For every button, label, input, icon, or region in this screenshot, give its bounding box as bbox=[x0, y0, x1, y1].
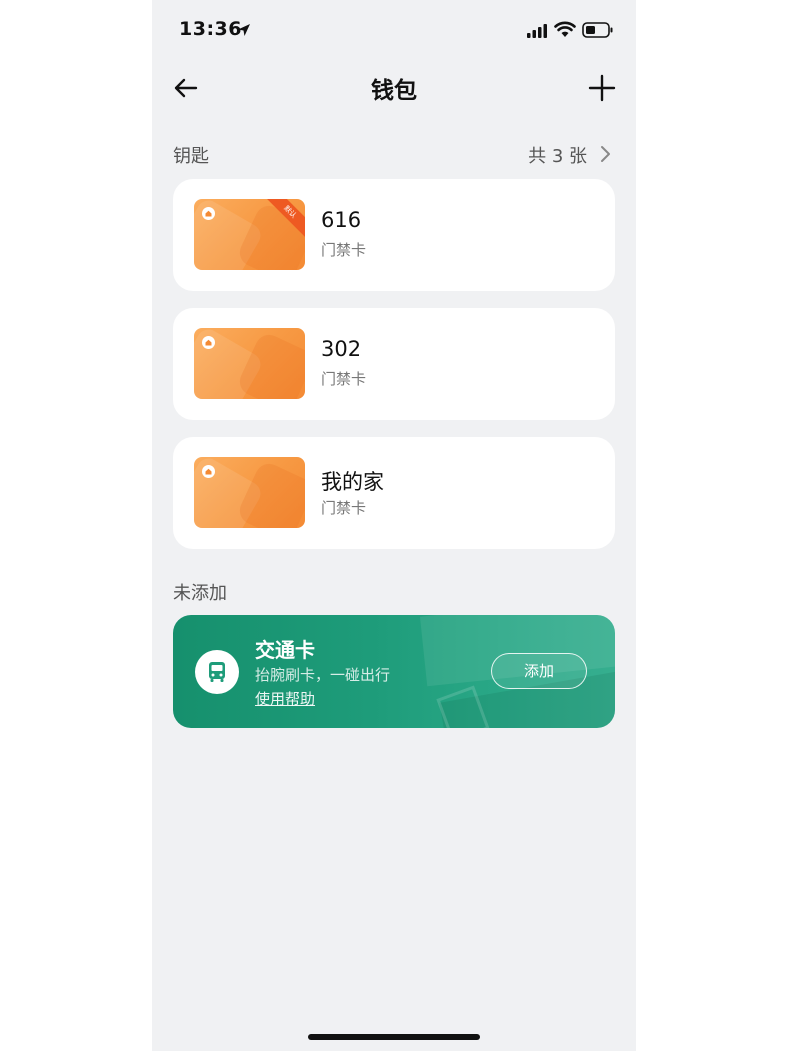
keys-section-header[interactable]: 钥匙 共 3 张 bbox=[173, 142, 615, 168]
keys-count: 共 3 张 bbox=[528, 146, 587, 167]
home-icon bbox=[202, 336, 215, 349]
phone-screen: 13:36 钱包 钥匙 共 3 张 默认 616 门禁卡 302 门禁卡 我的家… bbox=[152, 0, 636, 1051]
status-time: 13:36 bbox=[179, 18, 242, 40]
card-type: 门禁卡 bbox=[321, 241, 367, 259]
key-card-my-home[interactable]: 我的家 门禁卡 bbox=[173, 437, 615, 549]
wifi-icon bbox=[554, 21, 576, 37]
location-arrow-icon bbox=[238, 24, 250, 36]
card-name: 302 bbox=[321, 337, 362, 361]
not-added-section-header: 未添加 bbox=[173, 579, 615, 605]
home-icon bbox=[202, 465, 215, 478]
card-name: 我的家 bbox=[321, 470, 384, 494]
card-type: 门禁卡 bbox=[321, 370, 367, 388]
home-icon bbox=[202, 207, 215, 220]
bus-icon bbox=[209, 662, 225, 682]
help-link[interactable]: 使用帮助 bbox=[255, 688, 315, 709]
chevron-right-icon[interactable] bbox=[595, 144, 615, 164]
header: 钱包 bbox=[152, 62, 636, 112]
plus-icon[interactable] bbox=[584, 70, 620, 106]
card-type: 门禁卡 bbox=[321, 499, 367, 517]
key-card-302[interactable]: 302 门禁卡 bbox=[173, 308, 615, 420]
battery-icon bbox=[582, 22, 613, 38]
transit-card-title: 交通卡 bbox=[255, 638, 315, 662]
key-card-616[interactable]: 默认 616 门禁卡 bbox=[173, 179, 615, 291]
card-thumbnail bbox=[194, 328, 305, 399]
transit-card-subtitle: 抬腕刷卡，一碰出行 bbox=[255, 666, 391, 684]
transit-card[interactable]: 交通卡 抬腕刷卡，一碰出行 使用帮助 添加 bbox=[173, 615, 615, 728]
card-thumbnail: 默认 bbox=[194, 199, 305, 270]
status-bar: 13:36 bbox=[152, 0, 636, 60]
cellular-signal-icon bbox=[527, 24, 547, 38]
bus-icon-badge bbox=[195, 650, 239, 694]
page-title: 钱包 bbox=[371, 78, 417, 104]
keys-section-title: 钥匙 bbox=[173, 146, 209, 167]
card-name: 616 bbox=[321, 208, 362, 232]
add-transit-card-button[interactable]: 添加 bbox=[491, 653, 587, 689]
home-indicator bbox=[308, 1034, 480, 1040]
card-thumbnail bbox=[194, 457, 305, 528]
not-added-section-title: 未添加 bbox=[173, 583, 227, 604]
